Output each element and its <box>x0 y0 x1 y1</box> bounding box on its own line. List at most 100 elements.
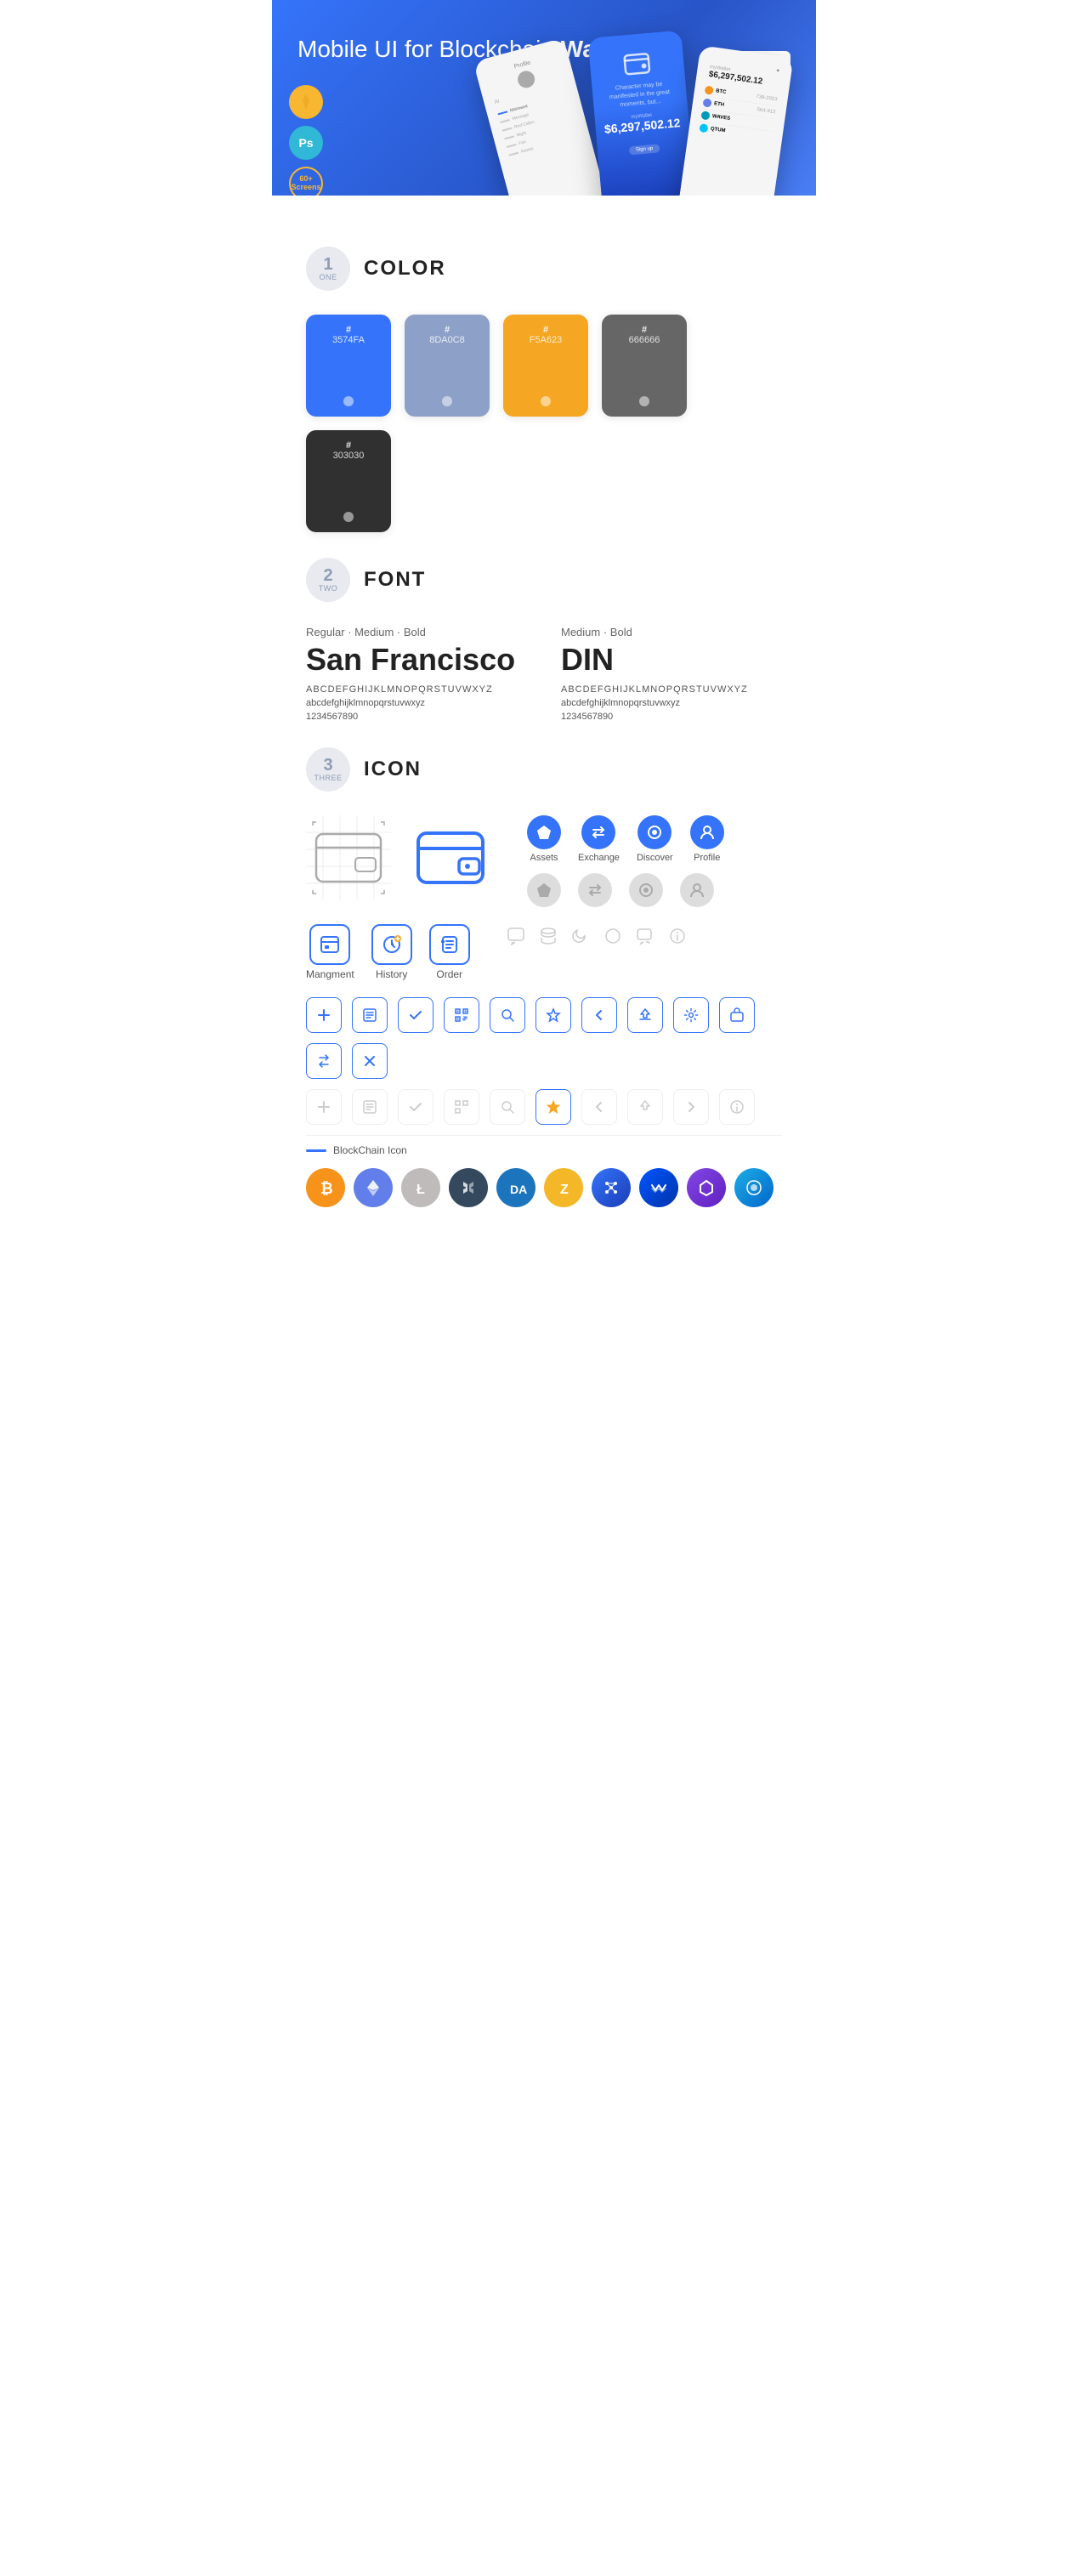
font-section-badge: 2 TWO <box>306 558 350 602</box>
search-icon <box>490 997 525 1033</box>
font-grid: Regular · Medium · Bold San Francisco AB… <box>306 626 782 722</box>
bitcoin-icon: ₿ <box>306 1168 345 1207</box>
color-swatch-gray-blue: # 8DA0C8 <box>405 315 490 417</box>
wallet-icon-wireframe-container <box>306 815 391 900</box>
info-icon <box>666 924 689 948</box>
mgmt-icons-row: Mangment History Order <box>306 924 782 980</box>
font-section-header: 2 TWO FONT <box>306 558 782 602</box>
mgmt-icon-order: Order <box>429 924 470 980</box>
color-dot <box>343 396 354 406</box>
icon-section-header: 3 THREE ICON <box>306 747 782 792</box>
color-section-badge: 1 ONE <box>306 247 350 291</box>
blockchain-label-line <box>306 1149 326 1152</box>
svg-text:Z: Z <box>560 1183 569 1197</box>
phone-mockup-3: + myWallet $6,297,502.12 BTC 738-2003 ET… <box>677 45 794 196</box>
circle-icon <box>601 924 625 948</box>
wallet-icon-filled <box>408 815 493 900</box>
export-icon <box>719 997 755 1033</box>
svg-text:DASH: DASH <box>510 1183 527 1196</box>
wallet-wireframe-svg <box>306 815 391 900</box>
check-icon <box>398 997 434 1033</box>
svg-text:₿: ₿ <box>320 1180 333 1197</box>
back-icon <box>581 997 617 1033</box>
phones-area: Profile AI Mainwant Message Red Callec N… <box>493 9 816 196</box>
wallet-icons-area: Assets Exchange Discover <box>306 815 782 907</box>
star-icon <box>536 997 571 1033</box>
forward-icon-gray <box>673 1089 709 1125</box>
nav-icon-profile-gray <box>680 873 714 907</box>
icon-section-badge: 3 THREE <box>306 747 350 792</box>
nav-icon-exchange: Exchange <box>578 815 620 863</box>
list-icon-gray <box>352 1089 388 1125</box>
mgmt-icon-management: Mangment <box>306 924 354 980</box>
color-dot <box>541 396 551 406</box>
screens-badge: 60+Screens <box>289 167 323 196</box>
litecoin-icon: Ł <box>401 1168 440 1207</box>
info-icon-gray <box>719 1089 755 1125</box>
settings-icon <box>673 997 709 1033</box>
bitshares-icon <box>449 1168 488 1207</box>
toolbar-icons-gray <box>306 1089 782 1125</box>
chat-icon <box>504 924 528 948</box>
blockchain-label: BlockChain Icon <box>306 1144 782 1156</box>
history-icon <box>371 924 412 965</box>
close-icon <box>352 1043 388 1079</box>
search-icon-gray <box>490 1089 525 1125</box>
list-icon <box>352 997 388 1033</box>
phone-mockup-2: Character may be manifested in the great… <box>587 31 695 196</box>
zcash-icon: Z <box>544 1168 583 1207</box>
plus-icon-gray <box>306 1089 342 1125</box>
tool-badges: Ps 60+Screens <box>289 85 323 196</box>
order-icon <box>429 924 470 965</box>
color-section-header: 1 ONE COLOR <box>306 247 782 291</box>
share-icon-gray <box>627 1089 663 1125</box>
nav-icon-profile: Profile <box>690 815 724 863</box>
qr-icon-gray <box>444 1089 479 1125</box>
phone-mockup-1: Profile AI Mainwant Message Red Callec N… <box>473 37 608 196</box>
ps-badge: Ps <box>289 126 323 160</box>
stack-icon <box>536 924 560 948</box>
nav-icons-area: Assets Exchange Discover <box>527 815 724 907</box>
ethereum-icon <box>354 1168 393 1207</box>
discover-icon <box>638 815 672 849</box>
discover-icon-gray <box>629 873 663 907</box>
sketch-badge <box>289 85 323 119</box>
nav-icon-exchange-gray <box>578 873 612 907</box>
waves-icon <box>639 1168 678 1207</box>
grid-icon <box>592 1168 631 1207</box>
moon-icon <box>569 924 592 948</box>
color-swatch-dark: # 303030 <box>306 430 391 532</box>
management-icon <box>309 924 350 965</box>
speech-icon <box>633 924 657 948</box>
main-content: 1 ONE COLOR # 3574FA # 8DA0C8 # F5A623 #… <box>272 196 816 1258</box>
color-swatches: # 3574FA # 8DA0C8 # F5A623 # 666666 # 30… <box>306 315 782 532</box>
nav-icon-discover-gray <box>629 873 663 907</box>
wallet-filled-svg <box>416 828 484 888</box>
nav-icon-discover: Discover <box>637 815 673 863</box>
profile-icon-gray <box>680 873 714 907</box>
hero-section: Mobile UI for Blockchain Wallet UI Kit P… <box>272 0 816 196</box>
mgmt-icon-history: History <box>371 924 412 980</box>
svg-text:Ł: Ł <box>416 1183 425 1197</box>
color-dot <box>639 396 649 406</box>
color-dot <box>442 396 452 406</box>
nav-icon-assets-gray <box>527 873 561 907</box>
polygon-icon <box>687 1168 726 1207</box>
toolbar-icons-blue <box>306 997 782 1079</box>
qr-icon <box>444 997 479 1033</box>
plus-icon <box>306 997 342 1033</box>
color-swatch-gray: # 666666 <box>602 315 687 417</box>
profile-icon <box>690 815 724 849</box>
color-swatch-orange: # F5A623 <box>503 315 588 417</box>
assets-icon <box>527 815 561 849</box>
swap-icon <box>306 1043 342 1079</box>
divider <box>306 1135 782 1136</box>
check-icon-gray <box>398 1089 434 1125</box>
share-icon <box>627 997 663 1033</box>
dash-icon: DASH <box>496 1168 536 1207</box>
small-icons-row <box>504 924 689 948</box>
nav-icon-assets: Assets <box>527 815 561 863</box>
star-icon-active <box>536 1089 571 1125</box>
assets-icon-gray <box>527 873 561 907</box>
font-block-din: Medium · Bold DIN ABCDEFGHIJKLMNOPQRSTUV… <box>561 626 782 722</box>
